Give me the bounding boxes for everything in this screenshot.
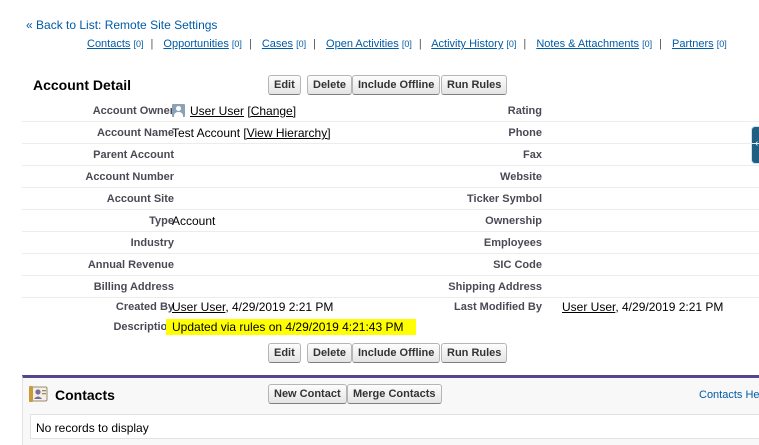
last-modified-by-value: User User, 4/29/2019 2:21 PM <box>562 300 723 314</box>
employees-label: Employees <box>483 237 542 249</box>
type-value: Account <box>172 214 216 228</box>
contacts-card-icon <box>29 386 48 402</box>
separator: | <box>418 38 422 50</box>
user-icon <box>172 104 185 117</box>
created-by-label: Created By <box>115 301 174 313</box>
detail-row: Annual Revenue SIC Code <box>22 254 759 276</box>
description-value: Updated via rules on 4/29/2019 4:21:43 P… <box>166 319 416 335</box>
related-link-notes-attachments[interactable]: Notes & Attachments <box>536 38 639 50</box>
created-by-date: , 4/29/2019 2:21 PM <box>225 300 334 314</box>
parent-account-label: Parent Account <box>93 149 174 161</box>
related-link-cases[interactable]: Cases <box>262 38 293 50</box>
edit-button[interactable]: Edit <box>268 75 301 95</box>
description-label: Description <box>113 321 174 333</box>
description-highlight: Updated via rules on 4/29/2019 4:21:43 P… <box>166 319 416 335</box>
detail-row: Account Number Website <box>22 166 759 188</box>
ticker-symbol-label: Ticker Symbol <box>467 193 542 205</box>
contacts-title: Contacts <box>55 387 115 403</box>
delete-button-bottom[interactable]: Delete <box>307 343 353 363</box>
website-label: Website <box>500 171 542 183</box>
related-count: [0] <box>296 39 307 49</box>
run-rules-button[interactable]: Run Rules <box>441 75 508 95</box>
annual-revenue-label: Annual Revenue <box>87 259 174 271</box>
include-offline-button-bottom[interactable]: Include Offline <box>352 343 441 363</box>
detail-row: Created By User User, 4/29/2019 2:21 PM … <box>22 298 759 319</box>
shipping-address-label: Shipping Address <box>448 281 542 293</box>
contacts-help-link[interactable]: Contacts Help <box>699 389 759 401</box>
detail-row: Account Site Ticker Symbol <box>22 188 759 210</box>
account-name-text: Test Account <box>172 126 241 140</box>
detail-row: Description Updated via rules on 4/29/20… <box>22 319 759 340</box>
no-records-text: No records to display <box>36 421 149 435</box>
no-records-row: No records to display <box>30 414 759 439</box>
contacts-related-list: Contacts New Contact Merge Contacts Cont… <box>22 375 759 445</box>
account-detail-table: Account Owner User User [Change] Rating … <box>22 100 759 340</box>
related-count: [0] <box>133 39 144 49</box>
separator: | <box>150 38 154 50</box>
account-owner-label: Account Owner <box>92 105 174 117</box>
related-count: [0] <box>642 39 653 49</box>
include-offline-button[interactable]: Include Offline <box>352 75 441 95</box>
related-list-links: Contacts [0] | Opportunities [0] | Cases [… <box>87 38 727 50</box>
detail-row: Type Account Ownership <box>22 210 759 232</box>
view-hierarchy-link[interactable]: [View Hierarchy] <box>243 126 330 140</box>
detail-row: Parent Account Fax <box>22 144 759 166</box>
account-number-label: Account Number <box>85 171 174 183</box>
account-detail-title: Account Detail <box>33 77 132 93</box>
separator: | <box>523 38 527 50</box>
related-link-partners[interactable]: Partners <box>672 38 714 50</box>
industry-label: Industry <box>130 237 174 249</box>
back-prefix: « <box>26 18 37 32</box>
phone-label: Phone <box>508 127 542 139</box>
created-by-value: User User, 4/29/2019 2:21 PM <box>172 300 333 314</box>
merge-contacts-button[interactable]: Merge Contacts <box>347 384 442 404</box>
change-owner-link[interactable]: [Change] <box>247 104 296 118</box>
related-count: [0] <box>401 39 412 49</box>
rating-label: Rating <box>507 105 542 117</box>
detail-row: Account Owner User User [Change] Rating <box>22 100 759 122</box>
related-link-open-activities[interactable]: Open Activities <box>326 38 399 50</box>
delete-button[interactable]: Delete <box>307 75 353 95</box>
back-to-list-link[interactable]: Back to List: Remote Site Settings <box>36 18 217 32</box>
related-count: [0] <box>231 39 242 49</box>
run-rules-button-bottom[interactable]: Run Rules <box>441 343 508 363</box>
sic-code-label: SIC Code <box>493 259 542 271</box>
detail-row: Billing Address Shipping Address <box>22 276 759 298</box>
type-label: Type <box>149 215 174 227</box>
separator: | <box>248 38 252 50</box>
account-owner-link[interactable]: User User <box>190 104 244 118</box>
account-name-label: Account Name <box>96 127 174 139</box>
back-to-list: « Back to List: Remote Site Settings <box>26 18 217 32</box>
fax-label: Fax <box>523 149 542 161</box>
new-contact-button[interactable]: New Contact <box>268 384 347 404</box>
ownership-label: Ownership <box>485 215 542 227</box>
billing-address-label: Billing Address <box>93 281 174 293</box>
detail-row: Account Name Test Account [View Hierarch… <box>22 122 759 144</box>
related-link-opportunities[interactable]: Opportunities <box>163 38 228 50</box>
detail-row: Industry Employees <box>22 232 759 254</box>
account-owner-value: User User [Change] <box>172 104 296 118</box>
last-modified-by-label: Last Modified By <box>453 301 542 313</box>
created-by-user-link[interactable]: User User <box>172 300 225 314</box>
related-link-activity-history[interactable]: Activity History <box>431 38 503 50</box>
related-link-contacts[interactable]: Contacts <box>87 38 130 50</box>
account-name-value: Test Account [View Hierarchy] <box>172 126 331 140</box>
edit-button-bottom[interactable]: Edit <box>268 343 301 363</box>
related-count: [0] <box>506 39 517 49</box>
separator: | <box>659 38 662 50</box>
account-site-label: Account Site <box>106 193 174 205</box>
last-modified-date: , 4/29/2019 2:21 PM <box>615 300 724 314</box>
separator: | <box>313 38 316 50</box>
last-modified-user-link[interactable]: User User <box>562 300 615 314</box>
related-count: [0] <box>716 39 727 49</box>
